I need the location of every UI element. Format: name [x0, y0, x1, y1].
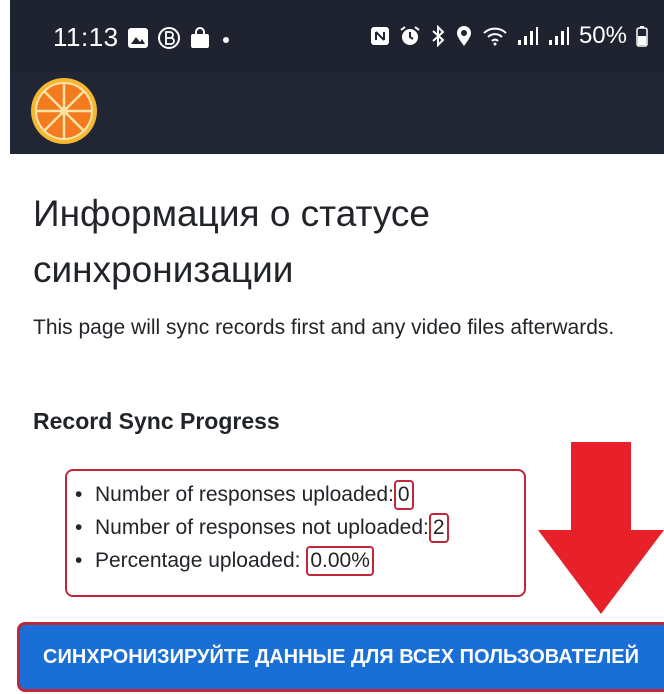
list-item: • Number of responses uploaded: 0	[75, 478, 449, 511]
battery-icon	[636, 25, 648, 47]
orange-slice-logo[interactable]	[30, 77, 98, 145]
status-bar-left: 11:13	[53, 22, 233, 53]
percentage-label: Percentage uploaded:	[95, 549, 301, 572]
not-uploaded-value: 2	[428, 513, 449, 543]
shopping-bag-icon	[189, 26, 211, 50]
wifi-icon	[482, 26, 508, 46]
red-arrow-down-icon	[538, 442, 664, 614]
sync-stats-list: • Number of responses uploaded: 0 • Number …	[75, 478, 449, 577]
record-sync-progress-heading: Record Sync Progress	[33, 408, 280, 434]
uploaded-value: 0	[393, 480, 414, 510]
location-icon	[455, 25, 473, 47]
gallery-icon	[127, 27, 149, 49]
dot-icon	[219, 31, 233, 45]
list-item: • Number of responses not uploaded: 2	[75, 511, 449, 544]
sync-status-page: 11:13 50% Информация о статусе синхрониз…	[0, 0, 664, 694]
bluetooth-icon	[430, 25, 446, 47]
status-bar: 11:13 50%	[10, 0, 664, 72]
page-title: Информация о статусе синхронизации	[33, 193, 430, 290]
status-time: 11:13	[53, 22, 119, 52]
b-circle-icon	[157, 26, 181, 50]
status-bar-right: 50%	[370, 22, 648, 50]
not-uploaded-label: Number of responses not uploaded:	[95, 516, 429, 539]
nfc-icon	[370, 26, 390, 46]
signal-icon	[517, 26, 539, 46]
intro-text: This page will sync records first and an…	[33, 316, 615, 339]
app-header	[10, 72, 664, 154]
battery-percentage: 50%	[578, 22, 627, 49]
sync-all-users-button[interactable]: СИНХРОНИЗИРУЙТЕ ДАННЫЕ ДЛЯ ВСЕХ ПОЛЬЗОВА…	[17, 622, 664, 692]
signal-icon	[548, 26, 570, 46]
percentage-value: 0.00%	[306, 546, 374, 576]
uploaded-label: Number of responses uploaded:	[95, 483, 394, 506]
list-item: • Percentage uploaded: 0.00%	[75, 544, 449, 577]
alarm-icon	[399, 25, 421, 47]
